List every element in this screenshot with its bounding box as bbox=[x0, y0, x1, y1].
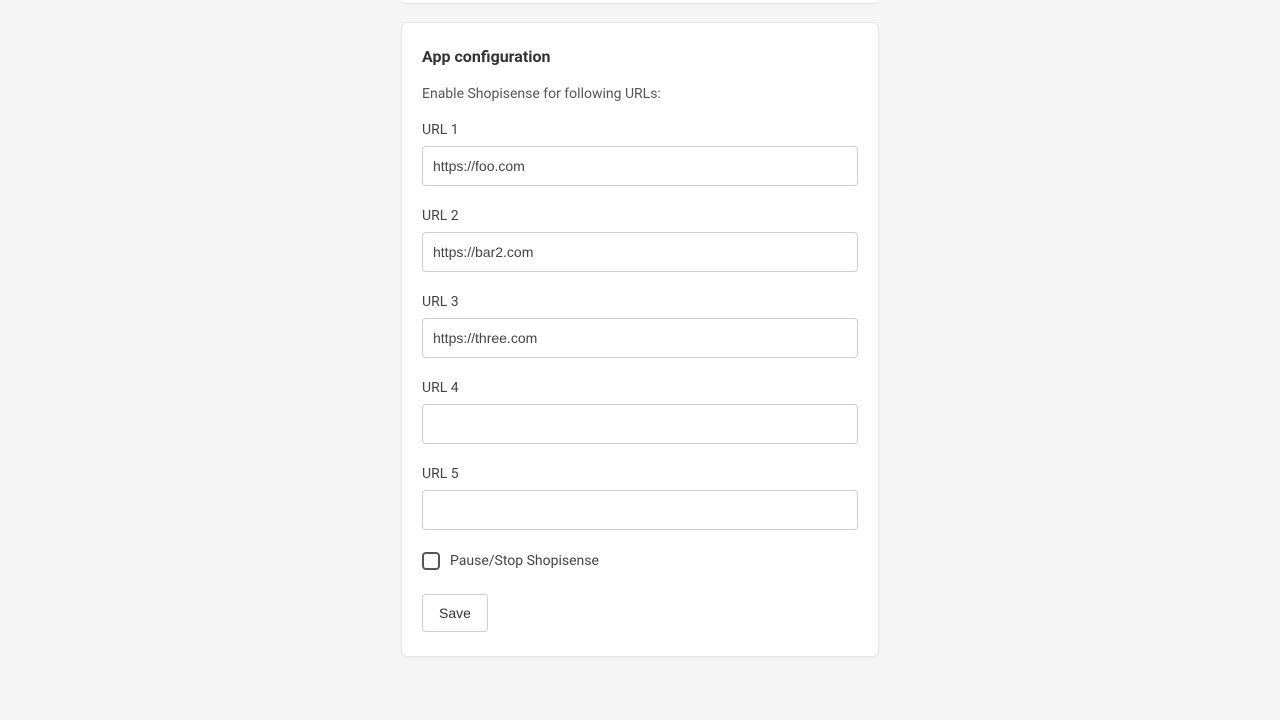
url-field-4: URL 4 bbox=[422, 380, 858, 444]
url-label-3: URL 3 bbox=[422, 294, 858, 310]
card-title: App configuration bbox=[422, 47, 858, 66]
previous-card-bottom bbox=[401, 0, 879, 4]
url-field-3: URL 3 bbox=[422, 294, 858, 358]
card-description: Enable Shopisense for following URLs: bbox=[422, 86, 858, 102]
save-button[interactable]: Save bbox=[422, 594, 488, 632]
url-field-1: URL 1 bbox=[422, 122, 858, 186]
url-input-2[interactable] bbox=[422, 232, 858, 272]
url-label-4: URL 4 bbox=[422, 380, 858, 396]
url-label-1: URL 1 bbox=[422, 122, 858, 138]
url-input-3[interactable] bbox=[422, 318, 858, 358]
app-configuration-card: App configuration Enable Shopisense for … bbox=[401, 22, 879, 657]
url-input-4[interactable] bbox=[422, 404, 858, 444]
pause-checkbox[interactable] bbox=[422, 552, 440, 570]
url-input-5[interactable] bbox=[422, 490, 858, 530]
url-label-2: URL 2 bbox=[422, 208, 858, 224]
url-field-2: URL 2 bbox=[422, 208, 858, 272]
pause-checkbox-row: Pause/Stop Shopisense bbox=[422, 552, 858, 570]
url-label-5: URL 5 bbox=[422, 466, 858, 482]
url-input-1[interactable] bbox=[422, 146, 858, 186]
url-field-5: URL 5 bbox=[422, 466, 858, 530]
pause-checkbox-label: Pause/Stop Shopisense bbox=[450, 553, 599, 569]
